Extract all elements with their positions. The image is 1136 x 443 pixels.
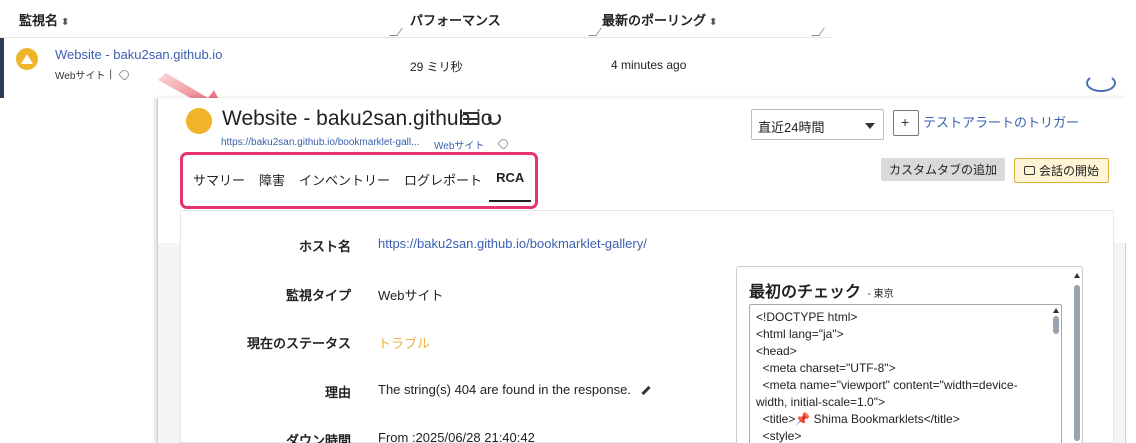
page-title: Website - baku2san.github.io [222, 107, 493, 130]
first-check-title-text: 最初のチェック [749, 284, 862, 301]
downtime-label: ダウン時間 [285, 433, 351, 443]
column-header-polling-label: 最新のポーリング [602, 13, 707, 28]
warning-icon [16, 48, 38, 70]
monitor-type-link[interactable]: Webサイト [434, 137, 484, 152]
column-header-name-label: 監視名 [19, 13, 59, 28]
tag-icon[interactable] [118, 68, 131, 81]
monitor-type-label: Webサイト [55, 71, 106, 82]
warning-icon [186, 108, 212, 134]
scrollbar[interactable] [1074, 273, 1080, 441]
scrollbar-thumb[interactable] [1053, 316, 1059, 334]
scrollbar-thumb[interactable] [1074, 285, 1080, 441]
table-row[interactable]: Website - baku2san.github.io Webサイト | 29… [0, 38, 832, 98]
polling-value: 4 minutes ago [611, 58, 687, 72]
monitor-list: 監視名 ⬍ パフォーマンス 最新のポーリング ⬍ Website - baku2sa… [0, 0, 832, 98]
avatar[interactable] [1086, 74, 1116, 92]
monitor-url-link[interactable]: https://baku2san.github.io/bookmarklet-g… [221, 137, 419, 148]
sort-icon[interactable]: ⬍ [61, 17, 69, 28]
column-header-name[interactable]: 監視名 ⬍ [19, 10, 69, 29]
scroll-up-icon[interactable] [1053, 308, 1059, 313]
column-header-polling[interactable]: 最新のポーリング ⬍ [602, 10, 717, 29]
response-code-view[interactable]: <!DOCTYPE html> <html lang="ja"> <head> … [749, 304, 1062, 443]
detail-card: ホスト名 https://baku2san.github.io/bookmark… [180, 210, 1114, 443]
host-label: ホスト名 [298, 239, 351, 254]
monitor-name-link[interactable]: Website - baku2san.github.io [55, 47, 222, 62]
reason-label: 理由 [324, 385, 351, 400]
separator: | [109, 69, 112, 80]
time-range-select[interactable]: 直近24時間 [751, 109, 884, 140]
test-alert-icon[interactable]: + [893, 110, 919, 136]
reason-value: The string(s) 404 are found in the respo… [378, 382, 631, 397]
monitor-type-value: Webサイト [378, 288, 444, 303]
column-resize-handle[interactable] [389, 28, 403, 36]
column-header-performance[interactable]: パフォーマンス [410, 10, 501, 29]
start-chat-label: 会話の開始 [1038, 164, 1099, 178]
scrollbar[interactable] [1053, 308, 1059, 443]
reason-row: The string(s) 404 are found in the respo… [378, 382, 651, 397]
column-resize-handle[interactable] [811, 28, 825, 36]
start-chat-button[interactable]: 会話の開始 [1014, 158, 1109, 183]
annotation-highlight-box [180, 152, 538, 209]
edit-icon[interactable] [641, 385, 651, 396]
monitor-detail-panel: Website - baku2san.github.io https://bak… [157, 98, 1127, 443]
performance-value: 29 ミリ秒 [410, 60, 463, 74]
first-check-title: 最初のチェック - 東京 [749, 278, 894, 302]
response-code-text: <!DOCTYPE html> <html lang="ja"> <head> … [756, 310, 1018, 443]
add-custom-tab-button[interactable]: カスタムタブの追加 [881, 158, 1005, 181]
scroll-up-icon[interactable] [1074, 273, 1080, 278]
test-alert-trigger-link[interactable]: テストアラートのトリガー [923, 112, 1079, 131]
status-value: トラブル [378, 336, 431, 351]
downtime-value: From :2025/06/28 21:40:42 [378, 430, 535, 443]
first-check-panel: 最初のチェック - 東京 <!DOCTYPE html> <html lang=… [736, 266, 1083, 443]
list-header: 監視名 ⬍ パフォーマンス 最新のポーリング ⬍ [0, 0, 832, 38]
sort-icon[interactable]: ⬍ [709, 17, 717, 28]
status-label: 現在のステータス [246, 336, 351, 351]
chevron-down-icon [865, 123, 875, 129]
screen: 監視名 ⬍ パフォーマンス 最新のポーリング ⬍ Website - baku2sa… [0, 0, 1136, 443]
tag-icon[interactable] [497, 137, 510, 150]
menu-icon[interactable] [463, 112, 479, 125]
host-link[interactable]: https://baku2san.github.io/bookmarklet-g… [378, 236, 647, 251]
chat-icon [1023, 166, 1035, 175]
first-check-location: - 東京 [867, 289, 894, 300]
column-header-performance-label: パフォーマンス [410, 13, 501, 28]
time-range-value: 直近24時間 [758, 120, 825, 135]
column-resize-handle[interactable] [588, 28, 602, 36]
monitor-meta: Webサイト | [55, 67, 131, 82]
monitor-type-label: 監視タイプ [285, 288, 351, 303]
refresh-icon[interactable] [488, 112, 501, 125]
